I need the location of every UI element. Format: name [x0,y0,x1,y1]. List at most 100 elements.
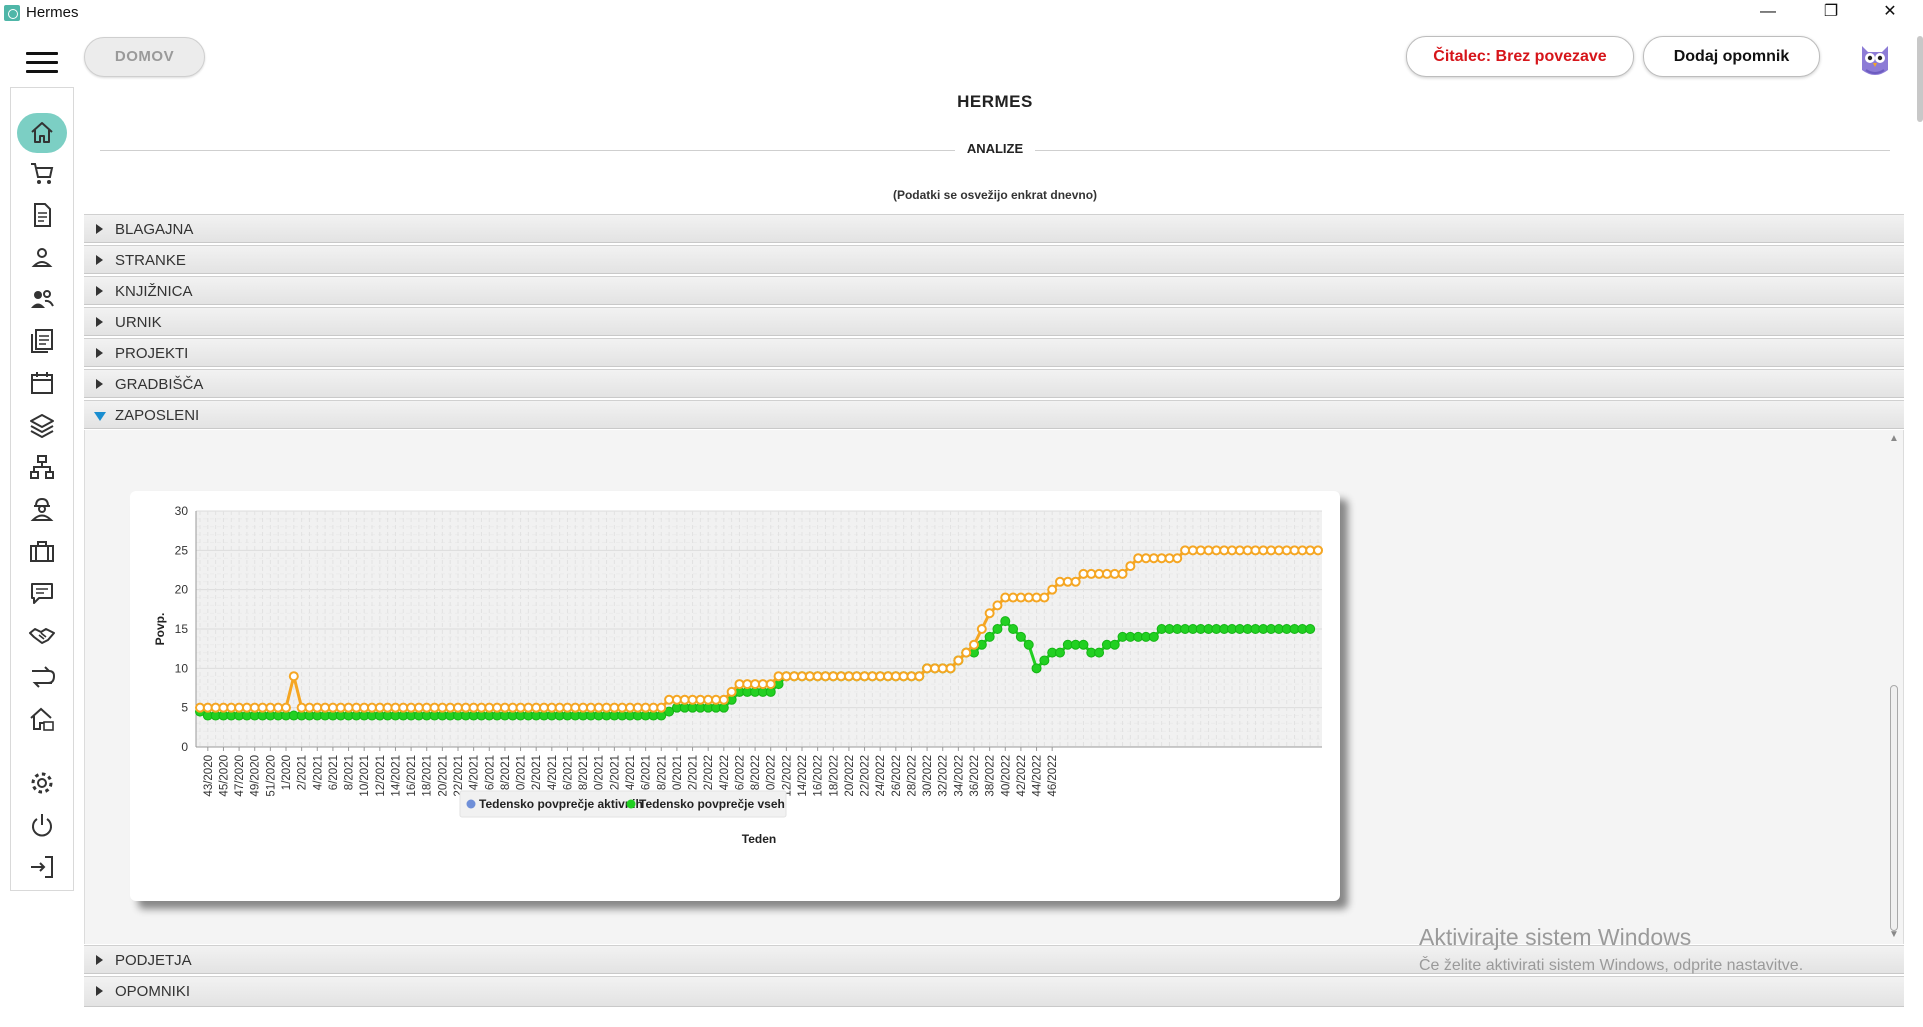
y-tick-label: 15 [175,622,189,636]
data-point-aktivnih [1133,553,1144,564]
data-point-aktivnih [1094,568,1105,579]
settings-icon[interactable] [25,766,59,800]
worker-icon[interactable] [25,492,59,526]
expand-arrow-icon [96,224,103,234]
data-point-aktivnih [742,679,753,690]
scroll-down-icon[interactable]: ▼ [1889,930,1899,940]
data-point-aktivnih [406,702,417,713]
data-point-vseh [1305,624,1316,634]
x-tick-label: 1/2020 [281,755,293,790]
hamburger-menu-icon[interactable] [26,52,58,74]
data-point-aktivnih [484,702,495,713]
data-point-vseh [1109,639,1120,650]
data-point-aktivnih [413,702,424,713]
y-tick-label: 30 [175,504,189,518]
sidebar [10,87,74,891]
document-icon[interactable] [25,198,59,232]
x-tick-label: 18/2021 [422,755,434,797]
transfer-icon[interactable] [25,660,59,694]
data-point-aktivnih [843,671,854,682]
x-tick-label: 26/2021 [484,755,496,797]
panel-scrollbar[interactable]: ▲ ▼ [1886,432,1902,942]
x-tick-label: 40/2021 [594,755,606,797]
accordion-stranke[interactable]: STRANKE [84,245,1904,274]
scroll-up-icon[interactable]: ▲ [1889,434,1899,444]
house-icon[interactable] [25,702,59,736]
x-tick-label: 6/2021 [328,755,340,790]
data-point-aktivnih [1289,545,1300,556]
accordion-blagajna[interactable]: BLAGAJNA [84,214,1904,243]
accordion-label: PROJEKTI [115,345,189,362]
notes-icon[interactable] [25,324,59,358]
app-icon [4,5,20,21]
reader-status-button[interactable]: Čitalec: Brez povezave [1406,36,1634,77]
data-point-aktivnih [1023,592,1034,603]
accordion-knjiznica[interactable]: KNJIŽNICA [84,276,1904,305]
accordion-opomniki[interactable]: OPOMNIKI [84,976,1904,1007]
data-point-aktivnih [359,702,370,713]
add-reminder-button[interactable]: Dodaj opomnik [1643,36,1820,77]
data-point-aktivnih [632,702,643,713]
home-button[interactable]: DOMOV [84,37,205,77]
data-point-aktivnih [664,694,675,705]
data-point-aktivnih [914,671,925,682]
data-point-aktivnih [1078,568,1089,579]
data-point-aktivnih [1180,545,1191,556]
cart-icon[interactable] [25,156,59,190]
window-title: Hermes [26,4,79,21]
data-point-aktivnih [195,702,205,713]
y-tick-label: 5 [181,701,188,715]
data-point-aktivnih [804,671,815,682]
accordion-urnik[interactable]: URNIK [84,307,1904,336]
data-point-vseh [1031,663,1042,674]
power-icon[interactable] [25,808,59,842]
data-point-aktivnih [890,671,901,682]
data-point-aktivnih [1148,553,1159,564]
data-point-aktivnih [554,702,565,713]
handshake-icon[interactable] [25,618,59,652]
y-tick-label: 10 [175,661,189,675]
x-tick-label: 2/2021 [297,755,309,790]
data-point-aktivnih [421,702,432,713]
data-point-aktivnih [617,702,628,713]
restore-button[interactable]: ❐ [1803,0,1859,26]
owl-avatar-icon[interactable] [1856,36,1894,78]
data-point-aktivnih [382,702,393,713]
chat-icon[interactable] [25,576,59,610]
accordion-zaposleni[interactable]: ZAPOSLENI [84,400,1904,429]
x-tick-label: 44/2021 [625,755,637,797]
data-point-aktivnih [734,679,745,690]
data-point-aktivnih [1266,545,1277,556]
accordion-projekti[interactable]: PROJEKTI [84,338,1904,367]
data-point-aktivnih [640,702,651,713]
calendar-icon[interactable] [25,366,59,400]
layers-icon[interactable] [25,408,59,442]
data-point-aktivnih [1281,545,1292,556]
data-point-aktivnih [585,702,596,713]
logout-icon[interactable] [25,850,59,884]
data-point-aktivnih [1211,545,1222,556]
hierarchy-icon[interactable] [25,450,59,484]
x-tick-label: 44/2022 [1032,755,1044,797]
data-point-aktivnih [703,694,714,705]
data-point-aktivnih [1008,592,1019,603]
minimize-button[interactable]: — [1740,0,1796,26]
data-point-aktivnih [593,702,604,713]
close-button[interactable]: ✕ [1862,0,1918,26]
data-point-aktivnih [296,702,307,713]
window-scrollbar[interactable] [1917,36,1923,122]
people-icon[interactable] [25,282,59,316]
x-tick-label: 6/2022 [734,755,746,790]
data-point-aktivnih [335,702,346,713]
person-icon[interactable] [25,240,59,274]
data-point-aktivnih [1172,553,1183,564]
accordion-label: OPOMNIKI [115,983,191,1000]
home-icon[interactable] [17,113,67,153]
data-point-aktivnih [281,702,291,713]
scrollbar-thumb[interactable] [1890,685,1898,931]
data-point-aktivnih [1125,561,1136,572]
briefcase-icon[interactable] [25,534,59,568]
accordion-gradbisca[interactable]: GRADBIŠČA [84,369,1904,398]
data-point-aktivnih [867,671,878,682]
data-point-vseh [1148,631,1159,642]
